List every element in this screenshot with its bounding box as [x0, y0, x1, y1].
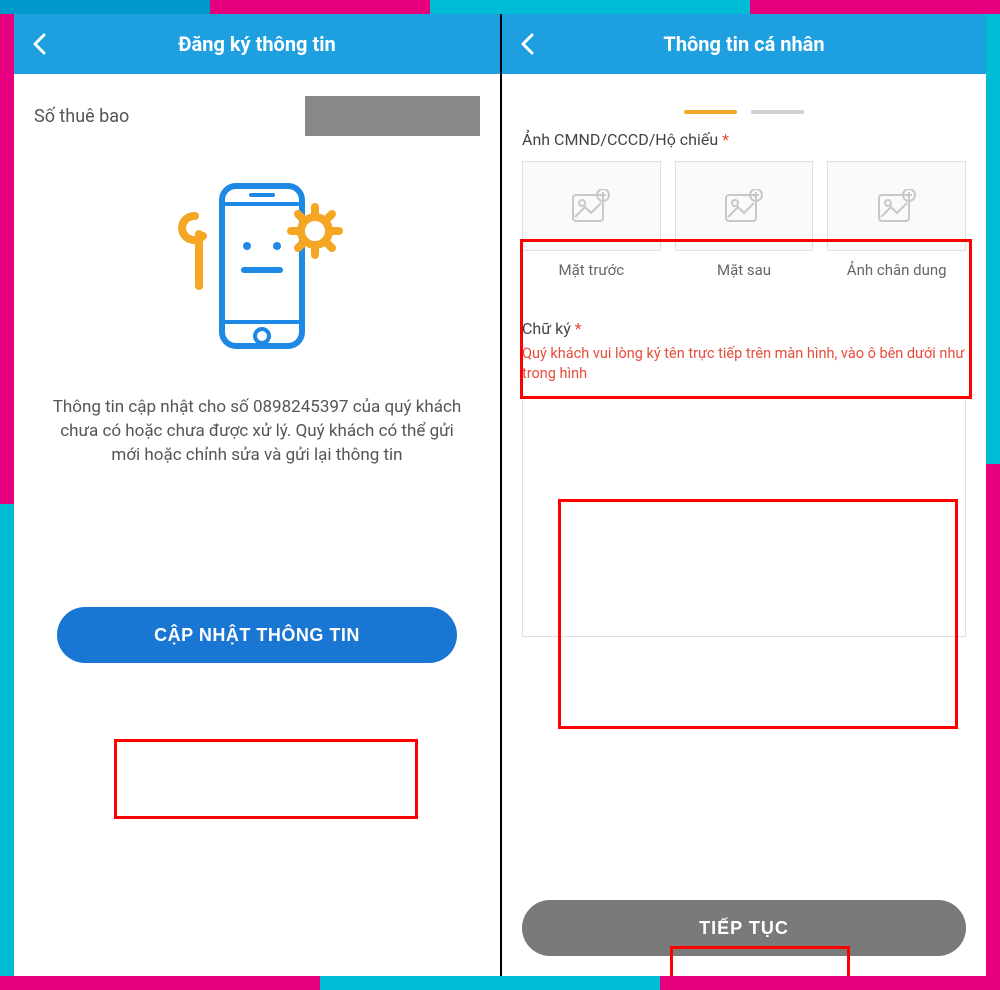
upload-portrait-caption: Ảnh chân dung: [827, 261, 966, 279]
screen-register-info: Đăng ký thông tin Số thuê bao: [14, 14, 500, 976]
header: Đăng ký thông tin: [14, 14, 500, 74]
phone-illustration: [147, 176, 367, 366]
subscriber-row: Số thuê bao: [34, 96, 480, 136]
frame-seg: [660, 976, 1000, 990]
upload-front-box[interactable]: [522, 161, 661, 251]
header: Thông tin cá nhân: [502, 14, 986, 74]
frame-seg: [750, 0, 1000, 14]
signature-label: Chữ ký *: [522, 319, 966, 338]
frame-seg: [0, 504, 14, 976]
update-info-button[interactable]: CẬP NHẬT THÔNG TIN: [57, 607, 457, 663]
chevron-left-icon: [32, 33, 46, 55]
info-message: Thông tin cập nhật cho số 0898245397 của…: [34, 396, 480, 467]
signature-hint: Quý khách vui lòng ký tên trực tiếp trên…: [522, 344, 966, 385]
signature-canvas[interactable]: [522, 397, 966, 637]
upload-back: Mặt sau: [675, 161, 814, 279]
image-add-icon: [877, 189, 917, 223]
frame-seg: [430, 0, 750, 14]
frame-seg: [0, 0, 210, 14]
upload-front-caption: Mặt trước: [522, 261, 661, 279]
id-photo-label: Ảnh CMND/CCCD/Hộ chiếu *: [522, 130, 966, 149]
upload-portrait-box[interactable]: [827, 161, 966, 251]
progress-step-2: [751, 110, 804, 114]
header-title: Đăng ký thông tin: [14, 32, 500, 56]
subscriber-value-redacted: [305, 96, 480, 136]
image-add-icon: [571, 189, 611, 223]
progress-indicator: [684, 110, 804, 114]
image-add-icon: [724, 189, 764, 223]
back-button[interactable]: [502, 14, 552, 74]
screen-personal-info: Thông tin cá nhân Ảnh CMND/CCCD/Hộ chiếu…: [500, 14, 986, 976]
header-title: Thông tin cá nhân: [502, 32, 986, 56]
continue-button[interactable]: TIẾP TỤC: [522, 900, 966, 956]
frame-seg: [0, 14, 14, 504]
upload-back-box[interactable]: [675, 161, 814, 251]
annotation-highlight: [114, 739, 418, 819]
chevron-left-icon: [520, 33, 534, 55]
frame-seg: [986, 464, 1000, 976]
subscriber-label: Số thuê bao: [34, 106, 129, 127]
frame-seg: [0, 976, 320, 990]
upload-portrait: Ảnh chân dung: [827, 161, 966, 279]
progress-step-1: [684, 110, 737, 114]
back-button[interactable]: [14, 14, 64, 74]
frame-seg: [320, 976, 660, 990]
upload-front: Mặt trước: [522, 161, 661, 279]
frame-seg: [986, 14, 1000, 464]
frame-seg: [210, 0, 430, 14]
upload-back-caption: Mặt sau: [675, 261, 814, 279]
